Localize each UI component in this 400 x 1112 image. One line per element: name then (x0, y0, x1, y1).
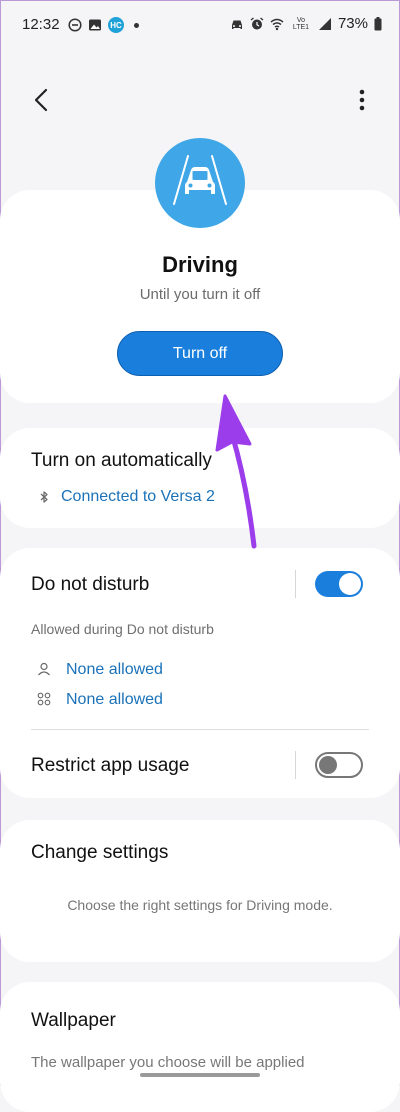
alarm-icon (250, 16, 264, 29)
bluetooth-icon (40, 491, 48, 503)
do-not-disturb-title[interactable]: Do not disturb (31, 574, 149, 596)
person-icon (38, 662, 50, 676)
car-icon (173, 155, 227, 205)
turn-off-button[interactable]: Turn off (117, 331, 283, 376)
more-options-button[interactable] (352, 85, 372, 115)
battery-percent: 73% (337, 15, 368, 32)
wallpaper-description: The wallpaper you choose will be applied (31, 1054, 305, 1071)
toggle-knob (339, 573, 361, 595)
allowed-heading: Allowed during Do not disturb (31, 621, 214, 637)
wallpaper-title: Wallpaper (31, 1010, 116, 1031)
change-settings-description: Choose the right settings for Driving mo… (67, 897, 333, 913)
do-not-disturb-toggle[interactable] (315, 571, 363, 597)
car-status-icon (231, 20, 242, 29)
mode-subtitle: Until you turn it off (139, 286, 261, 303)
signal-icon (318, 17, 331, 30)
chevron-left-icon (34, 88, 48, 112)
wifi-icon (270, 18, 284, 30)
back-button[interactable] (26, 85, 56, 115)
restrict-divider (295, 751, 296, 779)
mode-title: Driving (162, 252, 238, 277)
restrict-app-usage-title[interactable]: Restrict app usage (31, 755, 189, 777)
change-settings-title: Change settings (31, 842, 169, 863)
network-type-label: Vo LTE1 (292, 16, 310, 31)
people-allowed-link[interactable]: None allowed (66, 661, 163, 679)
apps-allowed-link[interactable]: None allowed (66, 691, 163, 709)
battery-icon (374, 16, 382, 30)
status-time: 12:32 (22, 16, 60, 33)
wallpaper-card[interactable] (0, 982, 400, 1112)
status-right: Vo LTE1 73% (230, 15, 382, 32)
more-vertical-icon (359, 89, 365, 111)
dnd-divider (295, 570, 296, 598)
driving-mode-icon (155, 138, 245, 228)
app-badge-icon: HC (108, 17, 124, 33)
gallery-icon (89, 19, 101, 31)
apps-icon (37, 692, 51, 706)
turn-on-automatically-title: Turn on automatically (31, 450, 212, 471)
notification-dot-icon (134, 22, 139, 28)
home-indicator[interactable] (140, 1073, 260, 1077)
status-bar: 12:32 HC Vo LTE1 73% (0, 0, 400, 50)
toggle-knob (319, 756, 337, 774)
dnd-section-divider (31, 729, 369, 730)
do-not-disturb-icon (68, 18, 82, 32)
status-left-icons: HC (68, 17, 139, 33)
restrict-app-usage-toggle[interactable] (315, 752, 363, 778)
annotation-arrow-icon (215, 394, 257, 549)
